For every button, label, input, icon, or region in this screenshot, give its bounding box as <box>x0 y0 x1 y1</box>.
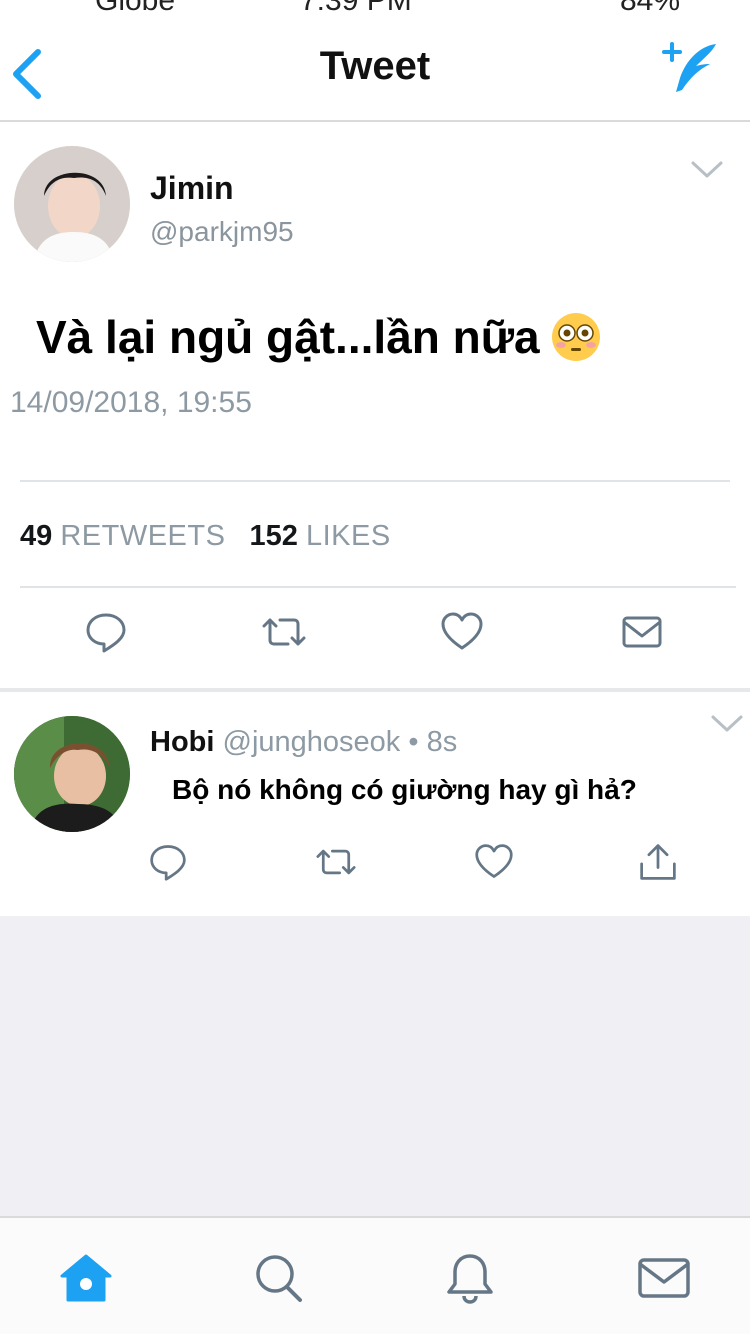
reply-author-name[interactable]: Hobi <box>150 726 214 758</box>
tweet-text: Và lại ngủ gật...lần nữa <box>36 310 602 364</box>
like-button[interactable] <box>440 610 484 654</box>
tab-bar <box>0 1216 750 1334</box>
nav-bar: Tweet <box>0 14 750 122</box>
mail-icon <box>622 616 662 648</box>
reply-dot-separator: • <box>408 726 419 758</box>
clock-label: 7:39 PM <box>300 0 412 14</box>
reply-icon <box>86 613 126 653</box>
divider <box>20 480 730 482</box>
divider <box>20 586 736 588</box>
page-title: Tweet <box>319 44 431 88</box>
retweet-icon <box>316 849 356 875</box>
reply-icon <box>150 845 186 881</box>
tweet-actions <box>0 610 750 666</box>
retweet-button[interactable] <box>262 610 306 654</box>
heart-icon <box>441 612 483 650</box>
chevron-down-icon[interactable] <box>690 160 724 180</box>
battery-label: 84% <box>620 0 680 14</box>
direct-message-button[interactable] <box>620 610 664 654</box>
heart-icon <box>475 844 513 878</box>
hobi-avatar-image <box>14 716 130 832</box>
tweet-text-content: Và lại ngủ gật...lần nữa <box>36 311 540 363</box>
reply-text: Bộ nó không có giường hay gì hả? <box>172 774 637 805</box>
bell-icon <box>447 1254 493 1304</box>
home-icon <box>60 1254 112 1302</box>
empty-content-area <box>0 916 750 1216</box>
author-handle[interactable]: @parkjm95 <box>150 216 294 248</box>
chevron-down-icon[interactable] <box>710 714 744 734</box>
tab-search[interactable] <box>250 1250 306 1306</box>
likes-count[interactable]: 152 <box>250 520 298 552</box>
retweets-count[interactable]: 49 <box>20 520 52 552</box>
reply-tweet[interactable]: Hobi @junghoseok • 8s Bộ nó không có giư… <box>0 692 750 916</box>
main-tweet: Jimin @parkjm95 Và lại ngủ gật...lần nữa… <box>0 124 750 688</box>
flushed-face-icon <box>551 313 600 361</box>
compose-button[interactable] <box>660 38 724 102</box>
tab-messages[interactable] <box>636 1250 692 1306</box>
reply-header: Hobi @junghoseok • 8s <box>150 726 457 759</box>
tab-notifications[interactable] <box>442 1250 498 1306</box>
avatar[interactable] <box>14 146 130 262</box>
retweet-icon <box>262 618 306 646</box>
retweet-button[interactable] <box>316 842 360 886</box>
tweet-timestamp: 14/09/2018, 19:55 <box>10 386 252 419</box>
reply-button[interactable] <box>148 842 192 886</box>
tab-home[interactable] <box>58 1250 114 1306</box>
carrier-label: Globe <box>95 0 175 14</box>
likes-label[interactable]: LIKES <box>306 520 391 552</box>
jimin-avatar-image <box>14 146 130 262</box>
avatar[interactable] <box>14 716 130 832</box>
retweets-label[interactable]: RETWEETS <box>60 520 225 552</box>
like-button[interactable] <box>474 842 518 886</box>
reply-button[interactable] <box>84 610 128 654</box>
mail-icon <box>638 1258 690 1298</box>
author-name[interactable]: Jimin <box>150 170 234 207</box>
reply-time: 8s <box>426 726 458 758</box>
share-icon <box>640 844 676 880</box>
engagement-counts: 49 RETWEETS 152 LIKES <box>20 520 391 553</box>
compose-tweet-icon <box>662 42 716 92</box>
search-icon <box>256 1255 302 1302</box>
reply-author-handle[interactable]: @junghoseok <box>223 726 401 758</box>
reply-actions <box>0 842 750 892</box>
share-button[interactable] <box>638 842 682 886</box>
status-bar: Globe 7:39 PM 84% <box>0 0 750 14</box>
